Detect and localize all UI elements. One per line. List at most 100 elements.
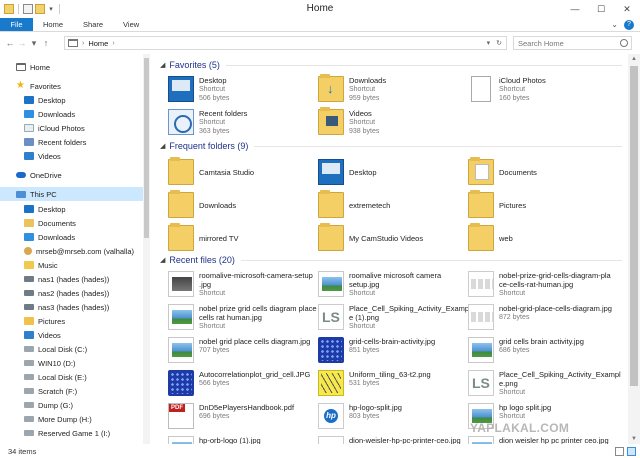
scrollbar-thumb[interactable]	[630, 66, 638, 386]
tab-home[interactable]: Home	[33, 18, 73, 31]
section-frequent-folders[interactable]: ◢ Frequent folders (9)	[160, 141, 622, 151]
nav-item[interactable]: Reserved Game 1 (I:)	[0, 426, 148, 440]
frequent-folder-item[interactable]: mirrored TV	[168, 223, 318, 251]
navigation-pane-scrollbar[interactable]	[143, 54, 150, 444]
nav-item[interactable]: Documents	[0, 216, 148, 230]
tiles-view-icon[interactable]	[627, 446, 636, 456]
nav-item[interactable]: Home	[0, 60, 148, 74]
favorite-item[interactable]: Recent folders Shortcut 363 bytes	[168, 109, 318, 136]
collapse-chevron-icon[interactable]: ◢	[160, 142, 165, 150]
image-icon	[168, 337, 194, 363]
frequent-folder-item[interactable]: Desktop	[318, 159, 468, 185]
nav-item[interactable]: Recent folders	[0, 135, 148, 149]
properties-icon[interactable]	[23, 4, 33, 14]
nav-item[interactable]: Local Disk (C:)	[0, 342, 148, 356]
frequent-folder-item[interactable]: Documents	[468, 157, 618, 185]
customize-chevron-icon[interactable]: ▾	[47, 5, 55, 13]
scrollbar-thumb[interactable]	[144, 58, 149, 238]
recent-file-item[interactable]: roomalive microsoft camera setup.jpg Short…	[318, 271, 468, 298]
forward-icon[interactable]: →	[16, 38, 28, 48]
minimize-button[interactable]: —	[562, 0, 588, 18]
help-icon[interactable]: ?	[624, 19, 634, 30]
thumb-icon	[318, 436, 344, 444]
recent-file-item[interactable]: nobel-prize-grid-cells-diagram-pla ce-cel…	[468, 271, 618, 298]
nav-item[interactable]: Scratch (F:)	[0, 384, 148, 398]
recent-file-item[interactable]: DnD5ePlayersHandbook.pdf696 bytes	[168, 403, 318, 429]
recent-file-item[interactable]: Uniform_tiling_63-t2.png 531 bytes	[318, 370, 468, 396]
chevron-right-icon[interactable]: ›	[82, 40, 84, 47]
favorite-item[interactable]: Videos Shortcut 938 bytes	[318, 107, 468, 136]
frequent-folder-item[interactable]: Downloads	[168, 190, 318, 218]
close-button[interactable]: ✕	[614, 0, 640, 18]
recent-file-item[interactable]: grid cells brain activity.jpg 686 bytes	[468, 337, 618, 363]
nav-item[interactable]: More Dump (H:)	[0, 412, 148, 426]
nav-item[interactable]: Downloads	[0, 230, 148, 244]
favorite-item[interactable]: iCloud Photos Shortcut 160 bytes	[468, 76, 618, 103]
breadcrumb-home[interactable]: Home	[88, 39, 108, 48]
frequent-folder-item[interactable]: My CamStudio Videos	[318, 223, 468, 251]
nav-item[interactable]: Videos	[0, 328, 148, 342]
recent-file-item[interactable]: nobel grid place cells diagram.jpg 707 by…	[168, 337, 318, 363]
nav-item[interactable]: Desktop	[0, 93, 148, 107]
maximize-button[interactable]: ☐	[588, 0, 614, 18]
expand-ribbon-icon[interactable]: ⌄	[611, 20, 618, 29]
nav-item[interactable]: nas2 (hades (hades))	[0, 286, 148, 300]
nav-item[interactable]: nas3 (hades (hades))	[0, 300, 148, 314]
recent-locations-icon[interactable]: ▾	[28, 38, 40, 49]
frequent-folder-item[interactable]: Pictures	[468, 190, 618, 218]
scroll-up-icon[interactable]: ▲	[628, 54, 640, 64]
recent-file-item[interactable]: Place_Cell_Spiking_Activity_Example (1).…	[318, 304, 471, 331]
recent-file-item[interactable]: nobel prize grid cells diagram place cell…	[168, 304, 318, 331]
refresh-icon[interactable]: ↻	[496, 39, 502, 47]
nav-item[interactable]: Downloads	[0, 107, 148, 121]
favorite-item[interactable]: DownloadsShortcut 959 bytes	[318, 74, 468, 103]
recent-file-item[interactable]: hp-orb-logo (1).jpg	[168, 436, 318, 444]
address-dropdown-icon[interactable]: ▾	[487, 39, 491, 47]
nav-item[interactable]: iCloud Photos	[0, 121, 148, 135]
collapse-chevron-icon[interactable]: ◢	[160, 256, 165, 264]
content-scrollbar[interactable]: ▲ ▼	[628, 54, 640, 444]
tab-file[interactable]: File	[0, 18, 33, 31]
recent-file-item[interactable]: dion weisler hp pc printer ceo.jpg	[468, 436, 618, 444]
nav-item[interactable]: OneDrive	[0, 168, 148, 182]
recent-file-item[interactable]: hp-logo-split.jpg803 bytes	[318, 403, 468, 429]
back-icon[interactable]: ←	[4, 38, 16, 48]
recent-file-item[interactable]: Place_Cell_Spiking_Activity_Example.pngS…	[468, 370, 621, 397]
tab-share[interactable]: Share	[73, 18, 113, 31]
favorite-item[interactable]: Desktop Shortcut 506 bytes	[168, 76, 318, 103]
recent-file-item[interactable]: Autocorrelationplot_grid_cell.JPG 566 byt…	[168, 370, 318, 396]
nav-item[interactable]: This PC	[0, 187, 148, 201]
frequent-folder-item[interactable]: Camtasia Studio	[168, 157, 318, 185]
nav-item[interactable]: WIN10 (D:)	[0, 356, 148, 370]
section-favorites[interactable]: ◢ Favorites (5)	[160, 60, 622, 70]
address-controls: ▾ ↻	[487, 39, 506, 47]
desktop-icon	[24, 205, 34, 213]
nav-item[interactable]: ★ Favorites	[0, 79, 148, 93]
folder-icon[interactable]	[4, 4, 14, 14]
tile-text: Downloads	[199, 192, 236, 218]
section-recent-files[interactable]: ◢ Recent files (20)	[160, 255, 622, 265]
nav-item[interactable]: Desktop	[0, 202, 148, 216]
recent-file-item[interactable]: dion-weisler-hp-pc-printer-ceo.jpg	[318, 436, 468, 444]
nav-item[interactable]: Videos	[0, 149, 148, 163]
nav-item[interactable]: Dump (G:)	[0, 398, 148, 412]
tab-view[interactable]: View	[113, 18, 149, 31]
frequent-folder-item[interactable]: extremetech	[318, 190, 468, 218]
nav-item[interactable]: Music	[0, 258, 148, 272]
scroll-down-icon[interactable]: ▼	[628, 434, 640, 444]
address-bar[interactable]: › Home › ▾ ↻	[64, 36, 507, 50]
recent-file-item[interactable]: nobel-grid-place-cells-diagram.jpg 872 by…	[468, 304, 618, 330]
recent-file-item[interactable]: grid-cells-brain-activity.jpg 851 bytes	[318, 337, 468, 363]
frequent-folder-item[interactable]: web	[468, 223, 618, 251]
search-input[interactable]: Search Home	[513, 36, 632, 50]
nav-item[interactable]: Pictures	[0, 314, 148, 328]
collapse-chevron-icon[interactable]: ◢	[160, 61, 165, 69]
details-view-icon[interactable]	[615, 446, 624, 456]
up-icon[interactable]: ↑	[40, 38, 52, 48]
nav-item[interactable]: Local Disk (E:)	[0, 370, 148, 384]
nav-item[interactable]: nas1 (hades (hades))	[0, 272, 148, 286]
chevron-right-icon[interactable]: ›	[112, 40, 114, 47]
new-folder-icon[interactable]	[35, 4, 45, 14]
recent-file-item[interactable]: roomalive-microsoft-camera-setup .jpg Shor…	[168, 271, 318, 298]
nav-item[interactable]: mrseb@mrseb.com (valhalla)	[0, 244, 148, 258]
